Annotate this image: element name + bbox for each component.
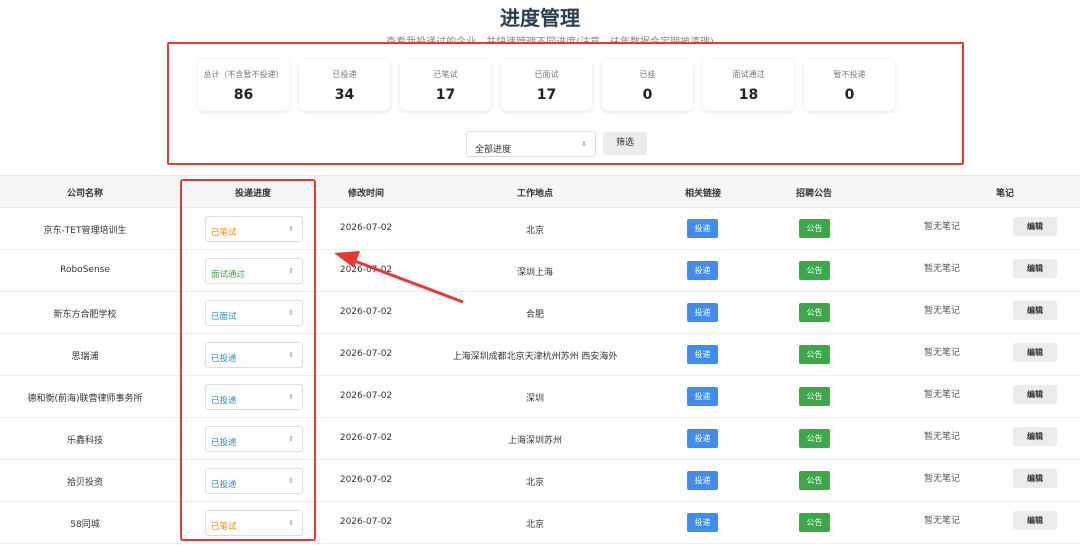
company-name: 京东-TET管理培训生 — [43, 226, 127, 236]
stat-value: 34 — [334, 87, 355, 103]
header-links: 相关链接 — [684, 189, 722, 199]
table-row: 思瑞浦 已投递 ⇕ 2026-07-02 上海深圳成都北京天津杭州苏州 西安海外… — [0, 334, 1080, 376]
edit-button[interactable]: 编辑 — [1013, 469, 1057, 488]
filter-button[interactable]: 筛选 — [603, 132, 647, 155]
note-text: 暂无笔记 — [924, 306, 961, 316]
notice-button[interactable]: 公告 — [799, 429, 830, 448]
work-location: 深圳上海 — [516, 268, 554, 278]
stat-value: 18 — [738, 87, 759, 103]
notice-button[interactable]: 公告 — [799, 303, 830, 322]
edit-button[interactable]: 编辑 — [1013, 301, 1057, 320]
work-location: 北京 — [525, 478, 545, 488]
company-name: 新东方合肥学校 — [53, 310, 117, 320]
apply-link-button[interactable]: 投递 — [687, 471, 718, 490]
apply-link-button[interactable]: 投递 — [687, 513, 718, 532]
stat-card-total: 总计（不含暂不投递） 86 — [198, 59, 289, 111]
stat-label: 已投递 — [332, 70, 357, 79]
work-location: 上海深圳苏州 — [507, 436, 563, 446]
note-text: 暂无笔记 — [924, 348, 961, 358]
table-row: 58同城 已笔试 ⇕ 2026-07-02 北京 投递 公告 暂无笔记 编辑 — [0, 502, 1080, 544]
status-column-highlight-frame — [180, 179, 316, 541]
apply-link-button[interactable]: 投递 — [687, 261, 718, 280]
header-company: 公司名称 — [66, 189, 104, 199]
table-row: 乐鑫科技 已投递 ⇕ 2026-07-02 上海深圳苏州 投递 公告 暂无笔记 … — [0, 418, 1080, 460]
edit-button[interactable]: 编辑 — [1013, 259, 1057, 278]
modified-date: 2026-07-02 — [339, 475, 393, 485]
table-row: 拾贝投资 已投递 ⇕ 2026-07-02 北京 投递 公告 暂无笔记 编辑 — [0, 460, 1080, 502]
header-modified: 修改时间 — [347, 189, 385, 199]
apply-link-button[interactable]: 投递 — [687, 429, 718, 448]
stat-label: 总计（不含暂不投递） — [203, 70, 284, 79]
modified-date: 2026-07-02 — [339, 307, 393, 317]
work-location: 上海深圳成都北京天津杭州苏州 西安海外 — [452, 352, 618, 362]
notice-button[interactable]: 公告 — [799, 261, 830, 280]
note-text: 暂无笔记 — [924, 390, 961, 400]
stat-value: 0 — [642, 87, 653, 103]
stat-value: 17 — [536, 87, 557, 103]
work-location: 合肥 — [525, 310, 545, 320]
work-location: 北京 — [525, 226, 545, 236]
table-header: 公司名称 投递进度 修改时间 工作地点 相关链接 招聘公告 笔记 — [0, 175, 1080, 208]
table-row: 德和衡(前海)联营律师事务所 已投递 ⇕ 2026-07-02 深圳 投递 公告… — [0, 376, 1080, 418]
edit-button[interactable]: 编辑 — [1013, 511, 1057, 530]
note-text: 暂无笔记 — [924, 264, 961, 274]
work-location: 深圳 — [525, 394, 545, 404]
stat-card-rejected: 已挂 0 — [602, 59, 693, 111]
edit-button[interactable]: 编辑 — [1013, 427, 1057, 446]
company-name: 思瑞浦 — [71, 352, 99, 362]
stat-card-not-applying: 暂不投递 0 — [804, 59, 895, 111]
table-row: 京东-TET管理培训生 已笔试 ⇕ 2026-07-02 北京 投递 公告 暂无… — [0, 208, 1080, 250]
select-arrows-icon: ⇕ — [581, 140, 587, 148]
apply-link-button[interactable]: 投递 — [687, 219, 718, 238]
company-name: RoboSense — [60, 265, 110, 275]
stat-value: 17 — [435, 87, 456, 103]
note-text: 暂无笔记 — [924, 516, 961, 526]
modified-date: 2026-07-02 — [339, 265, 393, 275]
modified-date: 2026-07-02 — [339, 391, 393, 401]
stats-row: 总计（不含暂不投递） 86 已投递 34 已笔试 17 已面试 17 已挂 0 … — [198, 59, 895, 111]
edit-button[interactable]: 编辑 — [1013, 385, 1057, 404]
stat-card-passed: 面试通过 18 — [703, 59, 794, 111]
table-row: RoboSense 面试通过 ⇕ 2026-07-02 深圳上海 投递 公告 暂… — [0, 250, 1080, 292]
header-location: 工作地点 — [516, 189, 554, 199]
modified-date: 2026-07-02 — [339, 517, 393, 527]
notice-button[interactable]: 公告 — [799, 219, 830, 238]
stat-label: 暂不投递 — [833, 70, 866, 79]
stat-card-interviewed: 已面试 17 — [501, 59, 592, 111]
modified-date: 2026-07-02 — [339, 349, 393, 359]
stat-value: 86 — [233, 87, 254, 103]
modified-date: 2026-07-02 — [339, 223, 393, 233]
progress-filter-select[interactable]: 全部进度 ⇕ — [466, 131, 596, 157]
apply-link-button[interactable]: 投递 — [687, 345, 718, 364]
notice-button[interactable]: 公告 — [799, 513, 830, 532]
note-text: 暂无笔记 — [924, 474, 961, 484]
stat-label: 已笔试 — [433, 70, 458, 79]
notice-button[interactable]: 公告 — [799, 345, 830, 364]
stat-card-applied: 已投递 34 — [299, 59, 390, 111]
company-name: 德和衡(前海)联营律师事务所 — [27, 394, 143, 404]
stat-label: 面试通过 — [732, 70, 765, 79]
table-row: 新东方合肥学校 已面试 ⇕ 2026-07-02 合肥 投递 公告 暂无笔记 编… — [0, 292, 1080, 334]
work-location: 北京 — [525, 520, 545, 530]
stat-card-written-test: 已笔试 17 — [400, 59, 491, 111]
header-notes: 笔记 — [995, 189, 1015, 199]
company-name: 拾贝投资 — [66, 478, 104, 488]
stat-value: 0 — [844, 87, 855, 103]
stat-label: 已挂 — [639, 70, 656, 79]
company-name: 乐鑫科技 — [66, 436, 104, 446]
apply-link-button[interactable]: 投递 — [687, 303, 718, 322]
stat-label: 已面试 — [534, 70, 559, 79]
apply-link-button[interactable]: 投递 — [687, 387, 718, 406]
filter-selected-value: 全部进度 — [475, 145, 512, 155]
modified-date: 2026-07-02 — [339, 433, 393, 443]
page-title: 进度管理 — [500, 6, 580, 30]
edit-button[interactable]: 编辑 — [1013, 343, 1057, 362]
header-notice: 招聘公告 — [795, 189, 833, 199]
edit-button[interactable]: 编辑 — [1013, 217, 1057, 236]
note-text: 暂无笔记 — [924, 432, 961, 442]
notice-button[interactable]: 公告 — [799, 471, 830, 490]
company-name: 58同城 — [70, 520, 100, 530]
note-text: 暂无笔记 — [924, 222, 961, 232]
notice-button[interactable]: 公告 — [799, 387, 830, 406]
